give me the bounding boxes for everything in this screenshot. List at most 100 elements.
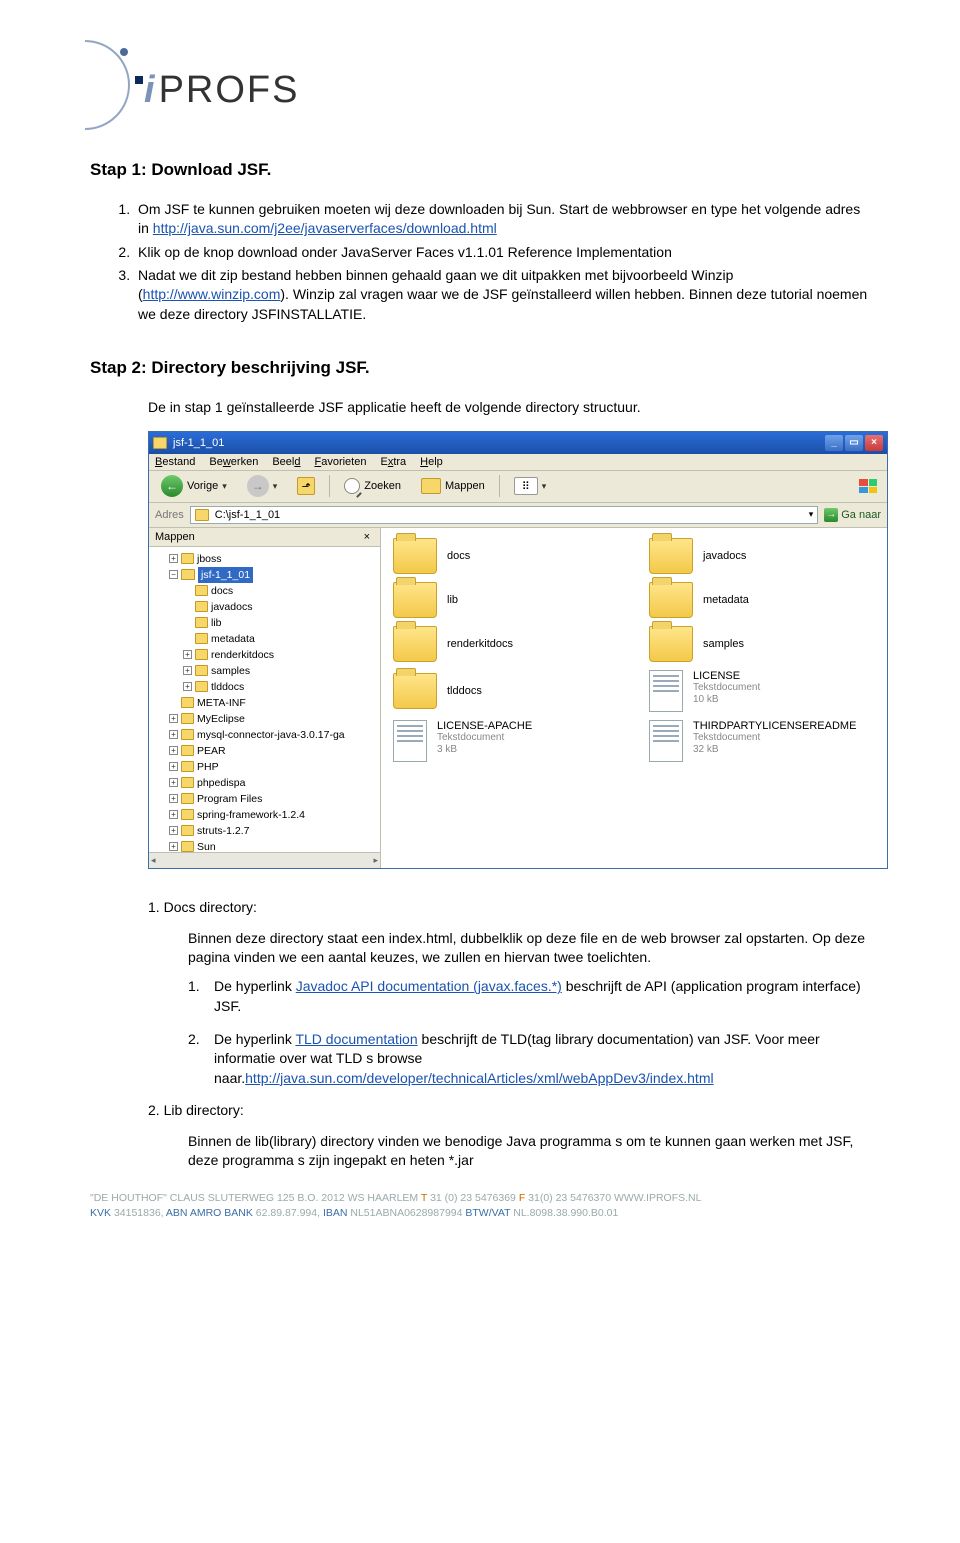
search-icon xyxy=(344,478,360,494)
tree-node[interactable]: +spring-framework-1.2.4 xyxy=(151,807,378,823)
close-button[interactable]: × xyxy=(865,435,883,451)
tree-node[interactable]: docs xyxy=(151,583,378,599)
folder-item[interactable]: tlddocs xyxy=(393,670,619,712)
separator-icon xyxy=(329,475,330,497)
tree-node[interactable]: lib xyxy=(151,615,378,631)
go-icon: → xyxy=(824,508,838,522)
logo-i: i xyxy=(144,69,157,112)
folders-icon xyxy=(421,478,441,494)
file-name: LICENSE xyxy=(693,670,760,682)
docs-p1: Binnen deze directory staat een index.ht… xyxy=(188,929,870,968)
chevron-down-icon: ▾ xyxy=(222,481,227,492)
docs-dir-heading: 1. Docs directory: xyxy=(148,899,870,915)
tld-doc-link[interactable]: TLD documentation xyxy=(295,1031,417,1047)
folder-item[interactable]: metadata xyxy=(649,582,875,618)
tree-node[interactable]: +Program Files xyxy=(151,791,378,807)
folder-item[interactable]: lib xyxy=(393,582,619,618)
search-button[interactable]: Zoeken xyxy=(338,476,407,496)
menu-edit[interactable]: Bewerken xyxy=(209,456,258,468)
go-button[interactable]: → Ga naar xyxy=(824,508,881,522)
folder-icon xyxy=(195,509,209,521)
scrollbar-horizontal[interactable]: ◂▸ xyxy=(149,852,380,868)
address-value: C:\jsf-1_1_01 xyxy=(215,509,280,521)
tree-node[interactable]: javadocs xyxy=(151,599,378,615)
tree-node[interactable]: +jboss xyxy=(151,551,378,567)
tree-node[interactable]: META-INF xyxy=(151,695,378,711)
file-item[interactable]: LICENSETekstdocument10 kB xyxy=(649,670,875,712)
folder-icon xyxy=(649,538,693,574)
folder-icon xyxy=(153,437,167,449)
step1-item2: Klik op de knop download onder JavaServe… xyxy=(134,243,870,262)
logo: i PROFS xyxy=(90,60,870,120)
footer-bank: 62.89.87.994, xyxy=(256,1207,323,1219)
footer-bank-label: ABN AMRO BANK xyxy=(166,1207,256,1219)
menu-file[interactable]: Bestand xyxy=(155,456,195,468)
folder-item[interactable]: docs xyxy=(393,538,619,574)
logo-text: i PROFS xyxy=(135,69,299,112)
back-button[interactable]: ← Vorige ▾ xyxy=(155,473,233,499)
tree-node[interactable]: +PHP xyxy=(151,759,378,775)
folder-tree: Mappen × +jboss −jsf-1_1_01 docs javadoc… xyxy=(149,528,381,868)
maximize-button[interactable]: ▭ xyxy=(845,435,863,451)
windows-flag-icon xyxy=(855,475,881,497)
search-label: Zoeken xyxy=(364,480,401,492)
footer-btw: NL.8098.38.990.B0.01 xyxy=(513,1207,618,1219)
folders-button[interactable]: Mappen xyxy=(415,476,491,496)
menu-fav[interactable]: Favorieten xyxy=(314,456,366,468)
menu-help[interactable]: Help xyxy=(420,456,443,468)
menu-extra[interactable]: Extra xyxy=(380,456,406,468)
tree-node[interactable]: +struts-1.2.7 xyxy=(151,823,378,839)
file-item[interactable]: LICENSE-APACHETekstdocument3 kB xyxy=(393,720,619,762)
address-label: Adres xyxy=(155,509,184,521)
folder-label: tlddocs xyxy=(447,685,482,697)
folder-item[interactable]: renderkitdocs xyxy=(393,626,619,662)
step2-intro: De in stap 1 geïnstalleerde JSF applicat… xyxy=(148,398,870,417)
up-button[interactable]: ⬏ xyxy=(291,475,321,497)
logo-dotmark-icon xyxy=(135,76,143,84)
folder-label: javadocs xyxy=(703,550,746,562)
tree-node[interactable]: +samples xyxy=(151,663,378,679)
tree-node[interactable]: +PEAR xyxy=(151,743,378,759)
folder-label: docs xyxy=(447,550,470,562)
up-icon: ⬏ xyxy=(297,477,315,495)
footer-fax: 31(0) 23 5476370 xyxy=(528,1192,614,1204)
tree-node-selected[interactable]: −jsf-1_1_01 xyxy=(151,567,378,583)
titlebar[interactable]: jsf-1_1_01 _ ▭ × xyxy=(149,432,887,454)
step2-heading: Stap 2: Directory beschrijving JSF. xyxy=(90,358,870,378)
docs-title: Docs directory: xyxy=(164,899,257,915)
tld-more-link[interactable]: http://java.sun.com/developer/technicalA… xyxy=(245,1070,713,1086)
tree-node[interactable]: +mysql-connector-java-3.0.17-ga xyxy=(151,727,378,743)
page-footer: "DE HOUTHOF" CLAUS SLUTERWEG 125 B.O. 20… xyxy=(0,1181,960,1241)
views-button[interactable]: ⠿ ▾ xyxy=(508,475,553,497)
textfile-icon xyxy=(649,670,683,712)
address-bar: Adres C:\jsf-1_1_01 ▾ → Ga naar xyxy=(149,503,887,528)
file-name: THIRDPARTYLICENSEREADME xyxy=(693,720,856,732)
tree-node[interactable]: +tlddocs xyxy=(151,679,378,695)
footer-kvk-label: KVK xyxy=(90,1207,114,1219)
tree-node[interactable]: +phpedispa xyxy=(151,775,378,791)
folder-item[interactable]: javadocs xyxy=(649,538,875,574)
winzip-link[interactable]: http://www.winzip.com xyxy=(143,286,281,302)
file-item[interactable]: THIRDPARTYLICENSEREADMETekstdocument32 k… xyxy=(649,720,875,762)
footer-f-label: F xyxy=(519,1192,528,1204)
folder-item[interactable]: samples xyxy=(649,626,875,662)
tree-close-button[interactable]: × xyxy=(360,531,374,543)
file-type: Tekstdocument xyxy=(693,682,760,694)
chevron-down-icon[interactable]: ▾ xyxy=(809,509,814,520)
tree-node[interactable]: +renderkitdocs xyxy=(151,647,378,663)
explorer-window: jsf-1_1_01 _ ▭ × Bestand Bewerken Beeld … xyxy=(148,431,888,869)
window-title: jsf-1_1_01 xyxy=(173,437,224,449)
docs-sub2-a: De hyperlink xyxy=(214,1031,295,1047)
jsf-download-link[interactable]: http://java.sun.com/j2ee/javaserverfaces… xyxy=(153,220,497,236)
javadoc-api-link[interactable]: Javadoc API documentation (javax.faces.*… xyxy=(296,978,562,994)
minimize-button[interactable]: _ xyxy=(825,435,843,451)
forward-button[interactable]: → ▾ xyxy=(241,473,284,499)
tree-node[interactable]: +MyEclipse xyxy=(151,711,378,727)
folder-label: lib xyxy=(447,594,458,606)
menu-view[interactable]: Beeld xyxy=(272,456,300,468)
tree-node[interactable]: metadata xyxy=(151,631,378,647)
folder-icon xyxy=(393,626,437,662)
folder-icon xyxy=(393,673,437,709)
address-field[interactable]: C:\jsf-1_1_01 ▾ xyxy=(190,506,819,524)
logo-dot-icon xyxy=(120,48,128,56)
